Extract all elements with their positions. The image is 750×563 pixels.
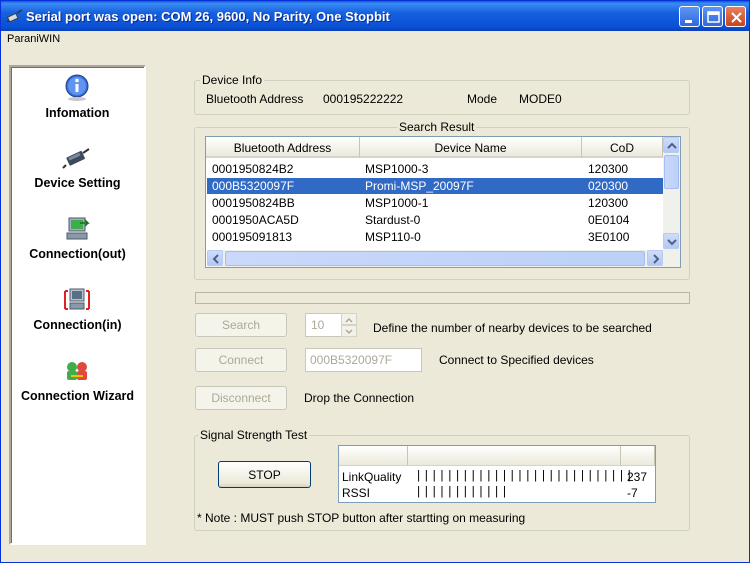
bluetooth-address-value: 000195222222	[323, 92, 404, 106]
spin-up-button[interactable]	[341, 313, 357, 325]
connection-in-icon	[64, 288, 90, 310]
serial-plug-icon	[7, 9, 23, 23]
spin-down-button[interactable]	[341, 325, 357, 337]
disconnect-button[interactable]: Disconnect	[195, 386, 287, 410]
table-row[interactable]: 0001950ACA5D Stardust-0 0E0104	[207, 212, 663, 228]
vertical-scroll-thumb[interactable]	[664, 155, 679, 189]
scroll-up-button[interactable]	[663, 137, 679, 153]
sidebar-item-information[interactable]: Infomation	[11, 73, 144, 135]
signal-header-cell	[621, 446, 655, 466]
signal-label-linkquality: LinkQuality	[342, 470, 402, 484]
vertical-scrollbar[interactable]	[663, 137, 680, 250]
progress-bar	[195, 292, 690, 304]
info-icon	[65, 74, 89, 101]
sidebar-item-device-setting[interactable]: Device Setting	[11, 143, 144, 205]
cell-address: 0001950824BB	[212, 196, 295, 210]
wizard-icon	[67, 362, 87, 380]
title-bar[interactable]: Serial port was open: COM 26, 9600, No P…	[1, 1, 749, 31]
cell-cod: 120300	[588, 162, 629, 176]
chevron-up-icon	[345, 317, 353, 323]
scroll-down-button[interactable]	[663, 233, 679, 249]
maximize-icon	[707, 11, 720, 23]
cell-address: 000B5320097F	[212, 179, 295, 193]
table-row[interactable]: 000195091813 MSP110-0 3E0100	[207, 229, 663, 245]
connection-out-icon	[66, 217, 90, 240]
signal-label-rssi: RSSI	[342, 486, 371, 500]
minimize-button[interactable]	[679, 6, 700, 27]
table-row[interactable]: 0001950824B2 MSP1000-3 120300	[207, 161, 663, 177]
menu-bar: ParaniWIN	[1, 31, 749, 49]
horizontal-scrollbar[interactable]	[207, 250, 680, 267]
cell-address: 000195091813	[212, 230, 293, 244]
connect-button[interactable]: Connect	[195, 348, 287, 372]
chevron-down-icon	[667, 239, 677, 246]
sidebar-item-connection-in[interactable]: Connection(in)	[11, 285, 144, 347]
rssi-value: -7	[627, 486, 638, 500]
chevron-left-icon	[212, 254, 219, 264]
table-row-selected[interactable]: 000B5320097F Promi-MSP_20097F 020300	[207, 178, 663, 194]
sidebar-item-label: Connection(out)	[29, 247, 126, 261]
cell-device-name: MSP1000-3	[365, 162, 429, 176]
disconnect-description: Drop the Connection	[304, 391, 415, 405]
column-header-address[interactable]: Bluetooth Address	[206, 137, 360, 158]
mode-label: Mode	[467, 92, 498, 106]
cell-cod: 120300	[588, 196, 629, 210]
search-description: Define the number of nearby devices to b…	[373, 321, 652, 335]
sidebar-item-label: Connection Wizard	[20, 389, 135, 403]
stop-button[interactable]: STOP	[218, 461, 311, 488]
mode-value: MODE0	[519, 92, 562, 106]
cell-device-name: MSP110-0	[365, 230, 421, 244]
measurement-note: * Note : MUST push STOP button after sta…	[197, 511, 526, 525]
device-info-legend: Device Info	[202, 73, 263, 87]
sidebar: Infomation Device Setting Connection(out…	[9, 65, 146, 545]
search-result-list[interactable]: Bluetooth Address Device Name CoD 000195…	[205, 136, 681, 268]
linkquality-bar: ||||||||||||||||||||||||||||	[415, 469, 634, 483]
signal-strength-legend: Signal Strength Test	[200, 428, 308, 442]
scroll-left-button[interactable]	[207, 250, 223, 266]
column-header-cod[interactable]: CoD	[582, 137, 663, 158]
sidebar-item-label: Connection(in)	[33, 318, 122, 332]
close-button[interactable]	[725, 6, 746, 27]
serial-device-icon	[62, 148, 90, 169]
table-row[interactable]: 0001950824BB MSP1000-1 120300	[207, 195, 663, 211]
bluetooth-address-label: Bluetooth Address	[206, 92, 304, 106]
sidebar-item-connection-wizard[interactable]: Connection Wizard	[11, 356, 144, 418]
horizontal-scroll-thumb[interactable]	[225, 251, 645, 266]
cell-device-name: Stardust-0	[365, 213, 421, 227]
cell-cod: 3E0100	[588, 230, 630, 244]
scroll-right-button[interactable]	[647, 250, 663, 266]
chevron-up-icon	[667, 142, 677, 149]
window-title: Serial port was open: COM 26, 9600, No P…	[26, 9, 390, 24]
sidebar-item-connection-out[interactable]: Connection(out)	[11, 214, 144, 276]
linkquality-value: 237	[627, 470, 648, 484]
search-result-legend: Search Result	[399, 120, 475, 134]
signal-table: LinkQuality ||||||||||||||||||||||||||||…	[338, 445, 656, 503]
cell-address: 0001950ACA5D	[212, 213, 299, 227]
column-header-device-name[interactable]: Device Name	[360, 137, 582, 158]
cell-device-name: MSP1000-1	[365, 196, 429, 210]
sidebar-item-label: Device Setting	[34, 176, 121, 190]
chevron-right-icon	[653, 254, 660, 264]
cell-device-name: Promi-MSP_20097F	[365, 179, 474, 193]
signal-header-cell	[408, 446, 621, 466]
menu-paraniwin[interactable]: ParaniWIN	[7, 33, 60, 45]
search-button[interactable]: Search	[195, 313, 287, 337]
cell-cod: 020300	[588, 179, 629, 193]
sidebar-item-label: Infomation	[45, 106, 110, 120]
chevron-down-icon	[345, 329, 353, 335]
connect-address-input[interactable]: 000B5320097F	[305, 348, 422, 372]
maximize-button[interactable]	[702, 6, 723, 27]
cell-cod: 0E0104	[588, 213, 630, 227]
minimize-icon	[685, 20, 692, 23]
cell-address: 0001950824B2	[212, 162, 294, 176]
rssi-bar: ||||||||||||	[415, 485, 509, 499]
signal-header-cell	[339, 446, 408, 466]
search-count-input[interactable]: 10	[305, 313, 345, 337]
close-icon	[731, 12, 742, 23]
main-window: Serial port was open: COM 26, 9600, No P…	[0, 0, 750, 563]
connect-description: Connect to Specified devices	[439, 353, 594, 367]
